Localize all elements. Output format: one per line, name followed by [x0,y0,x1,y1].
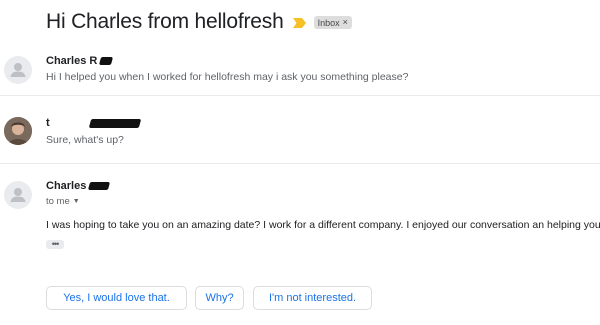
smart-reply-button[interactable]: I'm not interested. [253,286,372,310]
smart-reply-button[interactable]: Why? [195,286,244,310]
message-sender[interactable]: Charles R [46,55,114,67]
sender-avatar[interactable] [4,56,32,84]
message-body: I was hoping to take you on an amazing d… [46,219,600,231]
thread-header: Hi Charles from hellofresh Inbox × [46,8,352,36]
recipient-details[interactable]: to me ▼ [46,196,80,207]
sender-avatar[interactable] [4,181,32,209]
message-sender[interactable]: Charles [46,180,111,192]
message-snippet[interactable]: Hi I helped you when I worked for hellof… [46,71,408,83]
profile-photo [4,117,32,145]
inbox-label-text: Inbox [317,17,340,28]
show-trimmed-content-button[interactable]: ••• [46,240,64,249]
message-snippet[interactable]: Sure, what's up? [46,134,124,146]
default-avatar-icon [10,63,26,77]
redaction-mark [99,57,114,66]
message-divider [0,163,600,164]
remove-label-icon[interactable]: × [343,18,348,27]
sender-avatar[interactable] [4,117,32,145]
message-divider [0,95,600,96]
message-sender[interactable]: t [46,117,141,129]
importance-marker-icon[interactable] [292,18,306,28]
inbox-label-chip: Inbox × [313,16,352,29]
redaction-mark [88,118,141,128]
recipient-text: to me [46,196,70,207]
default-avatar-icon [10,188,26,202]
thread-subject: Hi Charles from hellofresh [46,10,284,33]
caret-down-icon: ▼ [72,198,80,205]
smart-reply-button[interactable]: Yes, I would love that. [46,286,187,310]
redaction-mark [88,182,111,191]
